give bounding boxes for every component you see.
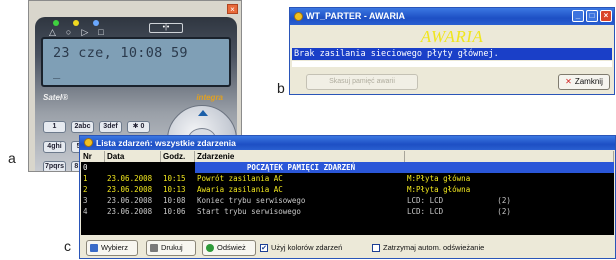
key-3[interactable]: 3def: [99, 121, 122, 133]
cell-event: Start trybu serwisowego: [197, 207, 301, 216]
checkbox-checked-icon: ✔: [260, 243, 268, 252]
cell-source: M:Płyta główna: [407, 185, 471, 194]
refresh-button-label: Odśwież: [217, 243, 246, 252]
use-event-colors-label: Użyj kolorów zdarzeń: [271, 243, 343, 252]
lcd-display: 23 cze, 10:08 59 _: [41, 37, 231, 87]
cell-date: 23.06.2008: [107, 174, 153, 183]
table-header: Nr Data Godz. Zdarzenie: [81, 151, 614, 162]
product-logo: integra: [196, 93, 223, 102]
stop-auto-refresh-checkbox[interactable]: Zatrzymaj autom. odświeżanie: [372, 243, 484, 252]
key-4[interactable]: 4ghi: [43, 141, 66, 153]
cell-event: Awaria zasilania AC: [197, 185, 283, 194]
close-button-label: Zamknij: [574, 77, 603, 86]
cell-time: 10:08: [163, 196, 186, 205]
select-button[interactable]: Wybierz: [86, 240, 138, 256]
key-1[interactable]: 1: [43, 121, 66, 133]
figure-label-b: b: [277, 80, 285, 96]
cell-source: [405, 162, 614, 173]
cell-date: 23.06.2008: [107, 185, 153, 194]
table-row[interactable]: 3 23.06.2008 10:08 Koniec trybu serwisow…: [81, 195, 614, 206]
cell-source: M:Płyta główna: [407, 174, 471, 183]
alarm-message-row[interactable]: Brak zasilania sieciowego płyty głównej.: [292, 48, 612, 60]
cell-event: Koniec trybu serwisowego: [197, 196, 306, 205]
cell-source: LCD: LCD (2): [407, 207, 511, 216]
print-button-label: Drukuj: [161, 243, 183, 252]
led-yellow-icon: [73, 20, 79, 26]
filter-icon: [90, 244, 98, 252]
table-row[interactable]: 1 23.06.2008 10:15 Powrót zasilania AC M…: [81, 173, 614, 184]
column-header-time[interactable]: Godz.: [161, 151, 195, 162]
cell-time: [161, 162, 195, 173]
print-button[interactable]: Drukuj: [146, 240, 196, 256]
stop-auto-refresh-label: Zatrzymaj autom. odświeżanie: [383, 243, 485, 252]
alert-window-title: WT_PARTER - AWARIA: [306, 11, 405, 21]
close-icon[interactable]: ×: [227, 4, 238, 14]
use-event-colors-checkbox[interactable]: ✔ Użyj kolorów zdarzeń: [260, 243, 342, 252]
brand-logo: Satel®: [43, 93, 69, 102]
column-header-event[interactable]: Zdarzenie: [195, 151, 405, 162]
maximize-icon[interactable]: □: [586, 10, 598, 22]
checkbox-unchecked-icon: [372, 243, 380, 252]
event-list-title: Lista zdarzeń: wszystkie zdarzenia: [96, 138, 236, 148]
table-row[interactable]: 0 POCZĄTEK PAMIĘCI ZDARZEŃ: [81, 162, 614, 173]
cell-date: 23.06.2008: [107, 207, 153, 216]
cell-nr: 3: [83, 196, 88, 205]
cell-nr: 0: [83, 163, 88, 172]
column-header-source[interactable]: [405, 151, 614, 162]
close-x-icon: ✕: [565, 77, 572, 86]
table-row[interactable]: 4 23.06.2008 10:06 Start trybu serwisowe…: [81, 206, 614, 217]
lcd-datetime: 23 cze, 10:08 59: [53, 45, 188, 61]
led-green-icon: [53, 20, 59, 26]
cell-date: [105, 162, 161, 173]
cell-time: 10:06: [163, 207, 186, 216]
minimize-icon[interactable]: _: [572, 10, 584, 22]
close-icon[interactable]: ×: [600, 10, 612, 22]
refresh-button[interactable]: Odśwież: [202, 240, 256, 256]
app-icon: [84, 138, 93, 147]
status-leds: [53, 20, 99, 26]
cell-time: 10:13: [163, 185, 186, 194]
cell-time: 10:15: [163, 174, 186, 183]
figure-label-c: c: [64, 238, 71, 254]
column-header-nr[interactable]: Nr: [81, 151, 105, 162]
key-star[interactable]: ✱ 0: [127, 121, 150, 133]
event-list-window: Lista zdarzeń: wszystkie zdarzenia Nr Da…: [79, 135, 616, 259]
figure-label-a: a: [8, 150, 16, 166]
event-table: Nr Data Godz. Zdarzenie 0 POCZĄTEK PAMIĘ…: [81, 151, 614, 235]
cell-nr: 4: [83, 207, 88, 216]
arrow-up-icon[interactable]: [198, 110, 208, 116]
lcd-cursor: _: [53, 65, 61, 79]
printer-icon: [150, 244, 158, 252]
event-list-toolbar: Wybierz Drukuj Odśwież ✔ Użyj kolorów zd…: [80, 237, 615, 258]
cell-nr: 1: [83, 174, 88, 183]
memory-start-banner: POCZĄTEK PAMIĘCI ZDARZEŃ: [195, 162, 405, 173]
column-header-date[interactable]: Data: [105, 151, 161, 162]
alarm-heading: AWARIA: [420, 27, 484, 46]
table-row[interactable]: 2 23.06.2008 10:13 Awaria zasilania AC M…: [81, 184, 614, 195]
led-blue-icon: [93, 20, 99, 26]
select-button-label: Wybierz: [101, 243, 129, 252]
cell-date: 23.06.2008: [107, 196, 153, 205]
cell-nr: 2: [83, 185, 88, 194]
clear-trouble-memory-button[interactable]: Skasuj pamięć awarii: [306, 74, 418, 90]
close-button[interactable]: ✕ Zamknij: [558, 74, 610, 90]
key-2[interactable]: 2abc: [71, 121, 94, 133]
lock-icon: •|•: [149, 23, 183, 33]
alarm-list-empty-area: [292, 61, 612, 67]
refresh-icon: [206, 244, 214, 252]
alert-titlebar: WT_PARTER - AWARIA _ □ ×: [290, 8, 614, 25]
event-list-titlebar: Lista zdarzeń: wszystkie zdarzenia: [80, 136, 615, 150]
key-7[interactable]: 7pqrs: [43, 161, 66, 171]
app-icon: [294, 12, 303, 21]
cell-event: Powrót zasilania AC: [197, 174, 283, 183]
alert-window: WT_PARTER - AWARIA _ □ × AWARIA Brak zas…: [289, 7, 615, 95]
cell-source: LCD: LCD (2): [407, 196, 511, 205]
